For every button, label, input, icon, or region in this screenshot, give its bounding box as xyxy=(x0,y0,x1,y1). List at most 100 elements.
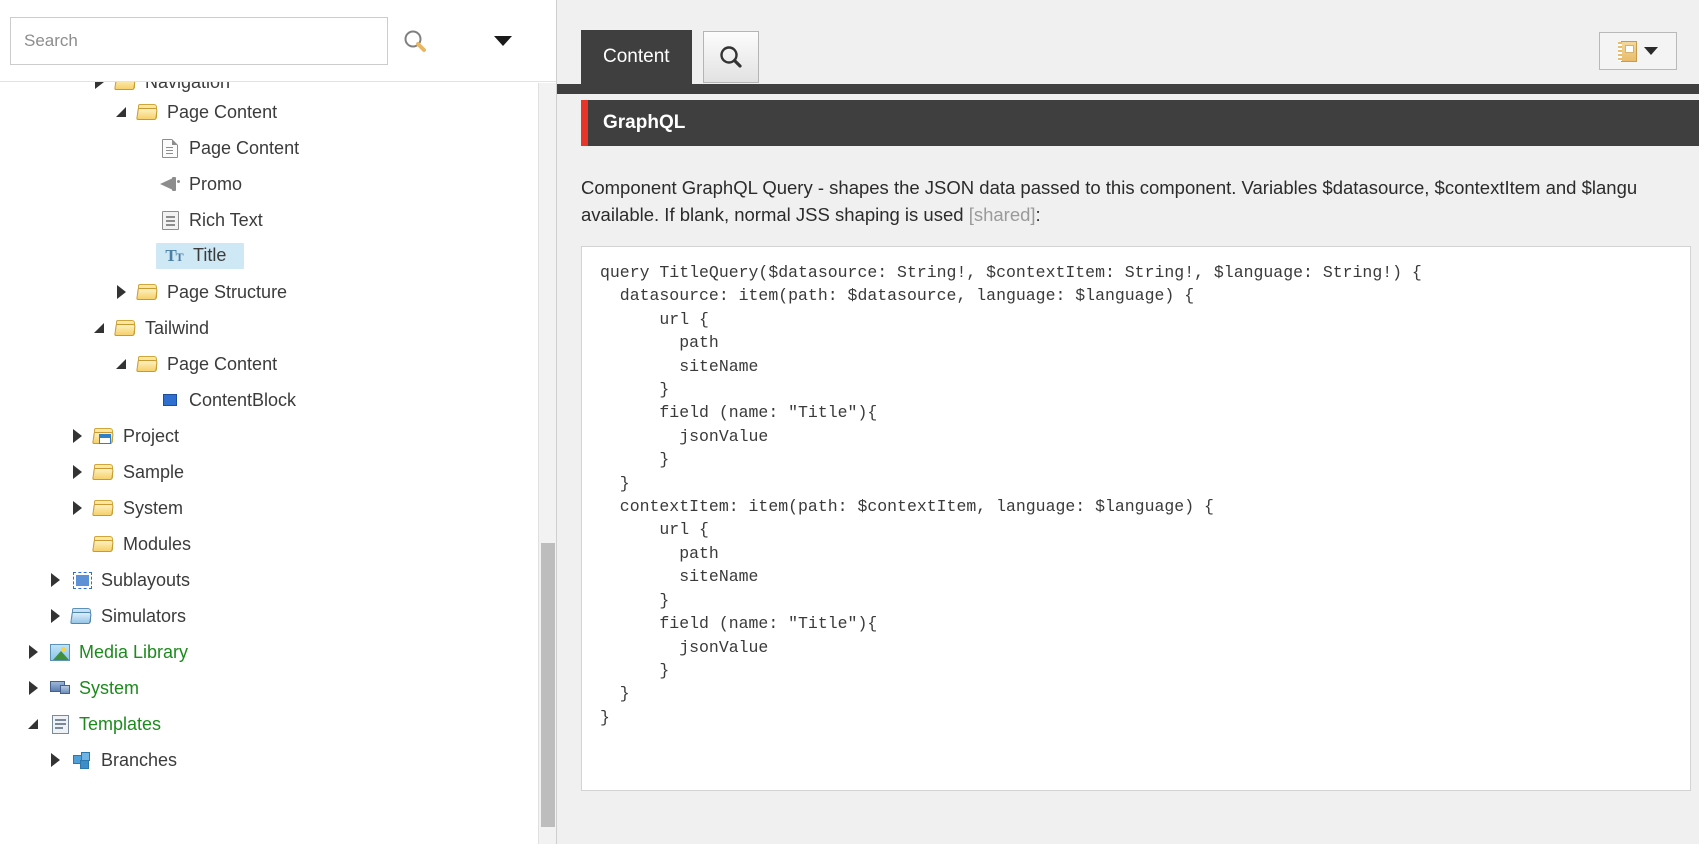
folder-icon xyxy=(134,355,162,373)
tree-item-page-content[interactable]: Page Content xyxy=(0,130,538,166)
ribbon-toggle-button[interactable] xyxy=(1599,32,1677,70)
tree-item-label: System xyxy=(79,678,147,699)
megaphone-icon xyxy=(156,176,184,192)
expand-toggle-icon[interactable] xyxy=(108,285,134,299)
folder-icon xyxy=(112,319,140,337)
expand-toggle-icon[interactable] xyxy=(42,573,68,587)
graphql-section-description: Component GraphQL Query - shapes the JSO… xyxy=(581,174,1699,228)
chevron-down-icon xyxy=(1644,47,1658,55)
description-line-2-text: available. If blank, normal JSS shaping … xyxy=(581,204,969,225)
tree-item-rich-text[interactable]: Rich Text xyxy=(0,202,538,238)
tree-item-media-library[interactable]: Media Library xyxy=(0,634,538,670)
description-line-2-colon: : xyxy=(1036,204,1041,225)
tree-item-sublayouts[interactable]: Sublayouts xyxy=(0,562,538,598)
folder-icon xyxy=(90,463,118,481)
collapse-toggle-icon[interactable] xyxy=(108,107,134,117)
expand-toggle-icon[interactable] xyxy=(20,681,46,695)
tree-item-navigation[interactable]: Navigation xyxy=(0,82,538,94)
tab-content[interactable]: Content xyxy=(581,30,692,84)
shared-indicator: [shared] xyxy=(969,204,1036,225)
tree-item-templates[interactable]: Templates xyxy=(0,706,538,742)
expand-toggle-icon[interactable] xyxy=(86,82,112,89)
tree-item-label: Modules xyxy=(123,534,199,555)
tree-item-sample[interactable]: Sample xyxy=(0,454,538,490)
tree-item-label: Simulators xyxy=(101,606,194,627)
search-input[interactable] xyxy=(10,17,388,65)
tree-item-simulators[interactable]: Simulators xyxy=(0,598,538,634)
tree-item-project[interactable]: Project xyxy=(0,418,538,454)
folder-icon xyxy=(90,499,118,517)
collapse-toggle-icon[interactable] xyxy=(20,719,46,729)
tree-item-label: Rich Text xyxy=(189,210,271,231)
collapse-toggle-icon[interactable] xyxy=(86,323,112,333)
system-icon xyxy=(46,680,74,697)
tree-item-page-structure[interactable]: Page Structure xyxy=(0,274,538,310)
rich-text-icon xyxy=(156,211,184,230)
tree-item-branches[interactable]: Branches xyxy=(0,742,538,778)
folder-icon xyxy=(90,535,118,553)
tree-item-promo[interactable]: Promo xyxy=(0,166,538,202)
tree-item-system[interactable]: System xyxy=(0,490,538,526)
tree-item-modules[interactable]: Modules xyxy=(0,526,538,562)
tree-item-label: Tailwind xyxy=(145,318,217,339)
tree-item-system[interactable]: System xyxy=(0,670,538,706)
tree-item-label: Title xyxy=(193,245,234,266)
folder-icon xyxy=(134,103,162,121)
tree-item-selected: TTTitle xyxy=(156,243,244,269)
sitecore-content-editor: Navigation Page Content Page Content Promo R… xyxy=(0,0,1699,844)
search-bar xyxy=(0,0,556,82)
tree-item-contentblock[interactable]: ContentBlock xyxy=(0,382,538,418)
tree-item-page-content[interactable]: Page Content xyxy=(0,346,538,382)
templates-icon xyxy=(46,715,74,734)
tree-item-label: Page Content xyxy=(167,354,285,375)
tree-item-label: System xyxy=(123,498,191,519)
collapse-toggle-icon[interactable] xyxy=(108,359,134,369)
expand-toggle-icon[interactable] xyxy=(64,501,90,515)
chevron-down-icon[interactable] xyxy=(494,36,512,46)
ribbon-book-icon xyxy=(1618,41,1637,62)
tree-item-label: Navigation xyxy=(145,82,238,93)
description-line-2: available. If blank, normal JSS shaping … xyxy=(581,201,1699,228)
tree-item-label: Branches xyxy=(101,750,185,771)
item-editor-panel: Content GraphQL xyxy=(557,0,1699,844)
document-icon xyxy=(156,139,184,158)
folder-icon xyxy=(134,283,162,301)
graphql-query-editor[interactable]: query TitleQuery($datasource: String!, $… xyxy=(581,246,1691,791)
content-tree-panel: Navigation Page Content Page Content Promo R… xyxy=(0,0,557,844)
tree-item-label: Promo xyxy=(189,174,250,195)
tree-item-label: Sample xyxy=(123,462,192,483)
tree-item-label: Sublayouts xyxy=(101,570,198,591)
media-library-icon xyxy=(46,644,74,661)
tree-item-label: Page Structure xyxy=(167,282,295,303)
expand-toggle-icon[interactable] xyxy=(42,753,68,767)
tree-item-label: Page Content xyxy=(167,102,285,123)
expand-toggle-icon[interactable] xyxy=(42,609,68,623)
editor-content-area: GraphQL Component GraphQL Query - shapes… xyxy=(557,94,1699,844)
sublayouts-icon xyxy=(68,572,96,589)
expand-toggle-icon[interactable] xyxy=(64,429,90,443)
search-icon[interactable] xyxy=(388,17,442,65)
content-tree: Navigation Page Content Page Content Promo R… xyxy=(0,82,556,844)
description-line-1: Component GraphQL Query - shapes the JSO… xyxy=(581,174,1699,201)
tree-item-page-content[interactable]: Page Content xyxy=(0,94,538,130)
tree-item-tailwind[interactable]: Tailwind xyxy=(0,310,538,346)
tree-scrollbar[interactable] xyxy=(538,83,556,844)
expand-toggle-icon[interactable] xyxy=(64,465,90,479)
expand-toggle-icon[interactable] xyxy=(20,645,46,659)
tree-scrollbar-thumb[interactable] xyxy=(541,543,555,827)
tree-item-label: Media Library xyxy=(79,642,196,663)
tree-item-label: Templates xyxy=(79,714,169,735)
blue-folder-icon xyxy=(68,607,96,625)
puzzle-icon xyxy=(68,752,96,769)
folder-icon xyxy=(112,82,140,91)
tree-item-label: Project xyxy=(123,426,187,447)
search-tab-button[interactable] xyxy=(703,31,759,83)
tree-item-title[interactable]: TTTitle xyxy=(0,238,538,274)
section-title: GraphQL xyxy=(603,112,685,134)
title-text-icon: TT xyxy=(160,246,188,266)
content-block-icon xyxy=(156,394,184,406)
graphql-section-header: GraphQL xyxy=(581,100,1699,146)
graphql-query-code[interactable]: query TitleQuery($datasource: String!, $… xyxy=(600,261,1672,729)
tree-item-label: Page Content xyxy=(189,138,307,159)
editor-tabbar: Content xyxy=(557,0,1699,84)
